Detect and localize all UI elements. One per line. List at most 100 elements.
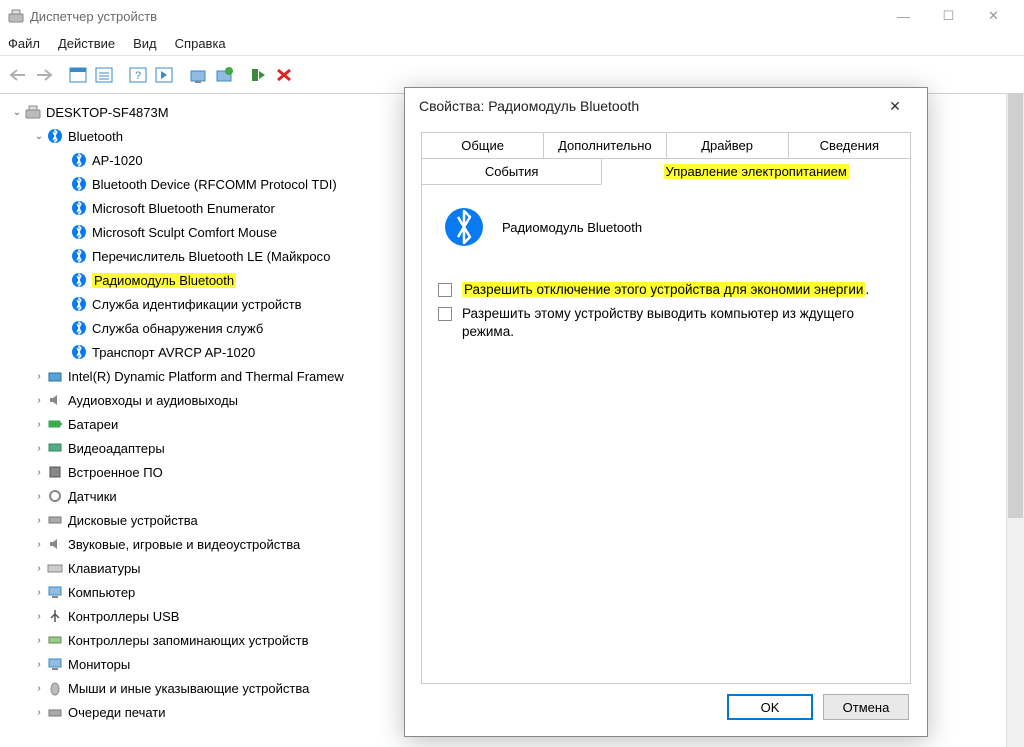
category-item[interactable]: Аудиовходы и аудиовыходы — [68, 393, 238, 408]
cancel-button[interactable]: Отмена — [823, 694, 909, 720]
properties-dialog: Свойства: Радиомодуль Bluetooth ✕ Общие … — [404, 87, 928, 737]
dialog-titlebar[interactable]: Свойства: Радиомодуль Bluetooth ✕ — [405, 88, 927, 124]
expand-icon[interactable] — [32, 419, 46, 430]
enable-device-icon[interactable] — [246, 63, 270, 87]
dialog-buttons: OK Отмена — [405, 694, 927, 736]
category-item[interactable]: Intel(R) Dynamic Platform and Thermal Fr… — [68, 369, 344, 384]
disk-icon — [46, 511, 64, 529]
device-item[interactable]: Перечислитель Bluetooth LE (Майкросо — [92, 249, 330, 264]
battery-icon — [46, 415, 64, 433]
category-item[interactable]: Мыши и иные указывающие устройства — [68, 681, 309, 696]
close-button[interactable]: ✕ — [971, 1, 1016, 31]
update-driver-icon[interactable] — [186, 63, 210, 87]
printer-icon — [46, 703, 64, 721]
tabstrip: Общие Дополнительно Драйвер Сведения Соб… — [405, 124, 927, 185]
category-item[interactable]: Очереди печати — [68, 705, 166, 720]
menu-action[interactable]: Действие — [58, 36, 115, 51]
usb-icon — [46, 607, 64, 625]
expand-icon[interactable] — [32, 443, 46, 454]
expand-icon[interactable] — [32, 587, 46, 598]
category-item[interactable]: Видеоадаптеры — [68, 441, 165, 456]
checkbox-allow-wake[interactable]: Разрешить этому устройству выводить комп… — [438, 305, 894, 341]
category-item[interactable]: Датчики — [68, 489, 117, 504]
menu-help[interactable]: Справка — [175, 36, 226, 51]
disable-device-icon[interactable] — [272, 63, 296, 87]
storage-controller-icon — [46, 631, 64, 649]
expand-icon[interactable] — [32, 515, 46, 526]
expand-icon[interactable] — [32, 635, 46, 646]
bluetooth-icon — [70, 175, 88, 193]
expand-icon[interactable] — [32, 371, 46, 382]
dialog-title: Свойства: Радиомодуль Bluetooth — [419, 98, 639, 114]
expand-icon[interactable] — [32, 131, 46, 142]
checkbox-allow-power-off[interactable]: Разрешить отключение этого устройства дл… — [438, 281, 894, 299]
properties-icon[interactable] — [92, 63, 116, 87]
bluetooth-icon — [46, 127, 64, 145]
expand-icon[interactable] — [32, 467, 46, 478]
expand-icon[interactable] — [10, 107, 24, 118]
category-item[interactable]: Мониторы — [68, 657, 130, 672]
forward-icon[interactable] — [32, 63, 56, 87]
scrollbar-thumb[interactable] — [1008, 94, 1023, 518]
app-icon — [8, 8, 24, 24]
tab-power-management[interactable]: Управление электропитанием — [601, 158, 911, 185]
checkbox-icon[interactable] — [438, 283, 452, 297]
help-icon[interactable]: ? — [126, 63, 150, 87]
category-item[interactable]: Звуковые, игровые и видеоустройства — [68, 537, 300, 552]
window-title: Диспетчер устройств — [30, 9, 157, 24]
tab-details[interactable]: Сведения — [788, 132, 911, 159]
device-item[interactable]: Bluetooth Device (RFCOMM Protocol TDI) — [92, 177, 337, 192]
scan-icon[interactable] — [152, 63, 176, 87]
category-item[interactable]: Контроллеры запоминающих устройств — [68, 633, 308, 648]
expand-icon[interactable] — [32, 707, 46, 718]
category-bluetooth[interactable]: Bluetooth — [68, 129, 123, 144]
tree-root[interactable]: DESKTOP-SF4873M — [46, 105, 169, 120]
uninstall-driver-icon[interactable] — [212, 63, 236, 87]
minimize-button[interactable]: — — [881, 1, 926, 31]
svg-text:?: ? — [135, 70, 141, 82]
category-item[interactable]: Клавиатуры — [68, 561, 141, 576]
ok-button[interactable]: OK — [727, 694, 813, 720]
checkbox-label: Разрешить отключение этого устройства дл… — [462, 282, 865, 297]
category-item[interactable]: Дисковые устройства — [68, 513, 198, 528]
device-name-label: Радиомодуль Bluetooth — [502, 220, 642, 235]
category-item[interactable]: Компьютер — [68, 585, 135, 600]
expand-icon[interactable] — [32, 563, 46, 574]
expand-icon[interactable] — [32, 683, 46, 694]
device-item-selected[interactable]: Радиомодуль Bluetooth — [92, 273, 236, 288]
tab-driver[interactable]: Драйвер — [666, 132, 789, 159]
menu-file[interactable]: Файл — [8, 36, 40, 51]
show-hidden-icon[interactable] — [66, 63, 90, 87]
computer-category-icon — [46, 583, 64, 601]
window-controls: — ☐ ✕ — [881, 1, 1016, 31]
dialog-body: Радиомодуль Bluetooth Разрешить отключен… — [421, 185, 911, 684]
device-item[interactable]: Служба обнаружения служб — [92, 321, 263, 336]
expand-icon[interactable] — [32, 611, 46, 622]
monitor-icon — [46, 655, 64, 673]
expand-icon[interactable] — [32, 491, 46, 502]
expand-icon[interactable] — [32, 395, 46, 406]
category-item[interactable]: Встроенное ПО — [68, 465, 163, 480]
vertical-scrollbar[interactable] — [1006, 94, 1024, 747]
maximize-button[interactable]: ☐ — [926, 1, 971, 31]
tab-power-label: Управление электропитанием — [664, 164, 849, 179]
computer-icon — [24, 103, 42, 121]
bluetooth-icon — [70, 319, 88, 337]
tab-general[interactable]: Общие — [421, 132, 544, 159]
device-item[interactable]: AP-1020 — [92, 153, 143, 168]
bluetooth-icon — [70, 247, 88, 265]
device-item[interactable]: Microsoft Sculpt Comfort Mouse — [92, 225, 277, 240]
expand-icon[interactable] — [32, 659, 46, 670]
back-icon[interactable] — [6, 63, 30, 87]
device-item[interactable]: Microsoft Bluetooth Enumerator — [92, 201, 275, 216]
category-item[interactable]: Батареи — [68, 417, 118, 432]
dialog-close-button[interactable]: ✕ — [877, 88, 913, 124]
device-item[interactable]: Служба идентификации устройств — [92, 297, 302, 312]
device-item[interactable]: Транспорт AVRCP AP-1020 — [92, 345, 255, 360]
tab-events[interactable]: События — [421, 158, 602, 185]
category-item[interactable]: Контроллеры USB — [68, 609, 179, 624]
checkbox-icon[interactable] — [438, 307, 452, 321]
tab-advanced[interactable]: Дополнительно — [543, 132, 666, 159]
menu-view[interactable]: Вид — [133, 36, 157, 51]
expand-icon[interactable] — [32, 539, 46, 550]
